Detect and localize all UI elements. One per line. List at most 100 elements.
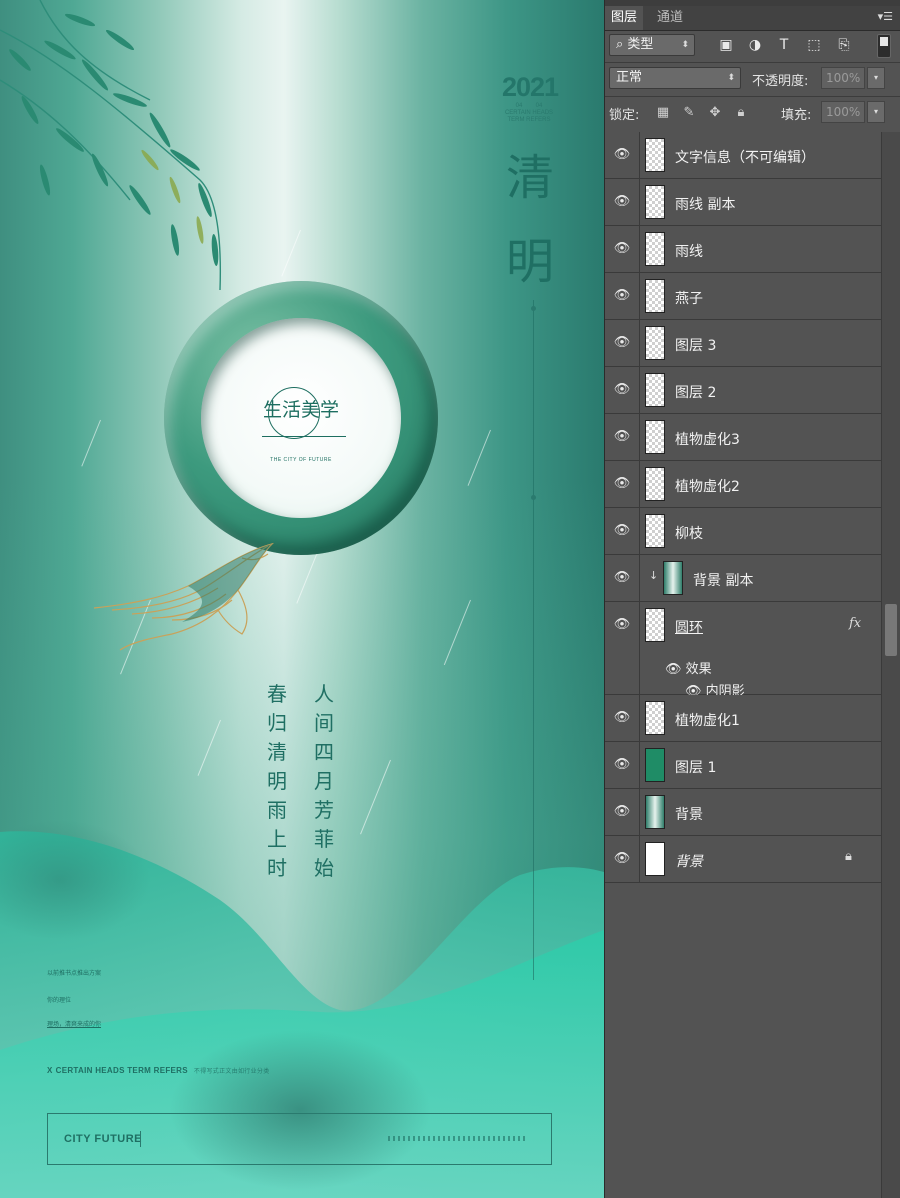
eye-icon[interactable]: 👁︎ xyxy=(613,195,631,208)
select-arrow-icon: ⬍ xyxy=(727,73,735,83)
tagline-rest: 不得写式正文由如行业分类 xyxy=(193,1069,270,1075)
eye-icon[interactable]: 👁︎ xyxy=(613,289,631,302)
layer-name[interactable]: 雨线 xyxy=(675,241,703,261)
layer-row[interactable]: 👁︎ 植物虚化2 xyxy=(605,461,881,508)
layer-thumbnail[interactable] xyxy=(645,185,665,219)
layer-name[interactable]: 圆环 xyxy=(675,617,703,637)
layer-thumbnail[interactable] xyxy=(645,232,665,266)
eye-icon[interactable]: 👁︎ xyxy=(613,571,631,584)
layer-thumbnail[interactable] xyxy=(645,701,665,735)
lock-position-icon[interactable]: ✥ xyxy=(707,105,723,121)
poster-canvas: 2021 04 04 CERTAIN HEADS TERM REFERS 清 明… xyxy=(0,0,604,1198)
shape-filter-icon[interactable]: ⬚ xyxy=(805,36,823,54)
opacity-label: 不透明度: xyxy=(752,74,809,89)
layer-row[interactable]: 👁︎ 背景 🔒︎ xyxy=(605,836,881,883)
jade-ring: 生活美学 THE CITY OF FUTURE xyxy=(164,281,438,555)
layer-row[interactable]: 👁︎ ↓ 背景 副本 xyxy=(605,555,881,602)
layer-name[interactable]: 植物虚化2 xyxy=(675,476,740,496)
layer-name[interactable]: 背景 xyxy=(675,804,703,824)
layer-name[interactable]: 文字信息（不可编辑） xyxy=(675,147,815,167)
layer-thumbnail[interactable] xyxy=(645,279,665,313)
visibility-column: 👁︎ xyxy=(605,555,640,601)
tab-layers[interactable]: 图层 xyxy=(605,6,644,30)
eye-icon[interactable]: 👁︎ xyxy=(613,758,631,771)
eye-icon[interactable]: 👁︎ xyxy=(613,524,631,537)
layer-thumbnail[interactable] xyxy=(645,420,665,454)
select-arrow-icon: ⬍ xyxy=(681,40,689,50)
panel-menu-icon[interactable]: ▾☰ xyxy=(878,10,893,23)
layer-thumbnail[interactable] xyxy=(663,561,683,595)
smart-object-filter-icon[interactable]: ⎘ xyxy=(835,36,853,54)
layer-row[interactable]: 👁︎ 文字信息（不可编辑） xyxy=(605,132,881,179)
layer-row[interactable]: 👁︎ 燕子 xyxy=(605,273,881,320)
layer-row[interactable]: 👁︎ 植物虚化3 xyxy=(605,414,881,461)
layer-name[interactable]: 柳枝 xyxy=(675,523,703,543)
layer-thumbnail[interactable] xyxy=(645,842,665,876)
layer-name[interactable]: 植物虚化1 xyxy=(675,710,740,730)
layer-name[interactable]: 背景 xyxy=(675,851,703,871)
eye-icon[interactable]: 👁︎ xyxy=(613,852,631,865)
layer-name[interactable]: 背景 副本 xyxy=(693,570,753,590)
eye-icon[interactable]: 👁︎ xyxy=(613,805,631,818)
opacity-field[interactable]: 100% xyxy=(821,67,865,89)
eye-icon[interactable]: 👁︎ xyxy=(613,618,631,631)
eye-icon[interactable]: 👁︎ xyxy=(613,242,631,255)
eye-icon[interactable]: 👁︎ xyxy=(665,662,686,677)
layer-name[interactable]: 图层 2 xyxy=(675,382,716,402)
visibility-column: 👁︎ xyxy=(605,602,640,694)
visibility-column: 👁︎ xyxy=(605,695,640,741)
layer-row[interactable]: 👁︎ 雨线 xyxy=(605,226,881,273)
eye-icon[interactable]: 👁︎ xyxy=(613,383,631,396)
layer-row[interactable]: 👁︎ 植物虚化1 xyxy=(605,695,881,742)
layer-thumbnail[interactable] xyxy=(645,514,665,548)
layer-row[interactable]: 👁︎ 雨线 副本 xyxy=(605,179,881,226)
layer-row[interactable]: 👁︎ 图层 2 xyxy=(605,367,881,414)
eye-icon[interactable]: 👁︎ xyxy=(613,430,631,443)
effects-row[interactable]: 👁︎ 效果 xyxy=(665,658,712,677)
info-line-3: 理场，清爽来成的你 xyxy=(47,1022,102,1028)
info-line-1: 以前推书点推出方案 xyxy=(47,971,102,977)
layer-lock-icon[interactable]: 🔒︎ xyxy=(845,849,852,864)
eye-icon[interactable]: 👁︎ xyxy=(613,336,631,349)
layer-row[interactable]: 👁︎ 背景 xyxy=(605,789,881,836)
layer-list-scrollbar[interactable] xyxy=(881,132,900,1198)
layer-name[interactable]: 雨线 副本 xyxy=(675,194,735,214)
fill-dropdown-icon[interactable]: ▾ xyxy=(867,101,885,123)
adjustment-filter-icon[interactable]: ◑ xyxy=(746,36,764,54)
logo-text: 生活美学 xyxy=(262,399,339,421)
layer-row[interactable]: 👁︎ 图层 3 xyxy=(605,320,881,367)
lock-image-pixels-icon[interactable]: ✎ xyxy=(681,105,697,121)
logo-subtitle: THE CITY OF FUTURE xyxy=(270,457,332,463)
type-filter-icon[interactable]: T xyxy=(775,36,793,54)
layer-name[interactable]: 图层 3 xyxy=(675,335,716,355)
filter-kind-select[interactable]: ⌕ 类型 ⬍ xyxy=(609,34,695,56)
layer-thumbnail[interactable] xyxy=(645,326,665,360)
poster-footer-box: CITY FUTURE xyxy=(47,1113,552,1165)
eye-icon[interactable]: 👁︎ xyxy=(613,711,631,724)
tab-channels[interactable]: 通道 xyxy=(651,6,689,30)
layer-thumbnail[interactable] xyxy=(645,748,665,782)
lock-all-icon[interactable]: 🔒︎ xyxy=(733,105,749,121)
layer-row[interactable]: 👁︎ 圆环 fx 👁︎ 效果 👁︎ 内阴影 xyxy=(605,602,881,699)
layer-thumbnail[interactable] xyxy=(645,467,665,501)
layer-name[interactable]: 植物虚化3 xyxy=(675,429,740,449)
scrollbar-thumb[interactable] xyxy=(885,604,897,656)
layer-thumbnail[interactable] xyxy=(645,608,665,642)
layer-thumbnail[interactable] xyxy=(645,795,665,829)
layer-row[interactable]: 👁︎ 图层 1 xyxy=(605,742,881,789)
layer-thumbnail[interactable] xyxy=(645,373,665,407)
image-filter-icon[interactable]: ▣ xyxy=(717,36,735,54)
layer-thumbnail[interactable] xyxy=(645,138,665,172)
filter-toggle-switch[interactable] xyxy=(877,34,891,58)
blend-mode-select[interactable]: 正常 ⬍ xyxy=(609,67,741,89)
search-icon: ⌕ xyxy=(616,37,628,52)
layer-name[interactable]: 图层 1 xyxy=(675,757,716,777)
opacity-dropdown-icon[interactable]: ▾ xyxy=(867,67,885,89)
layer-fx-icon[interactable]: fx xyxy=(849,616,861,631)
eye-icon[interactable]: 👁︎ xyxy=(613,148,631,161)
fill-field[interactable]: 100% xyxy=(821,101,865,123)
eye-icon[interactable]: 👁︎ xyxy=(613,477,631,490)
layer-row[interactable]: 👁︎ 柳枝 xyxy=(605,508,881,555)
lock-transparent-pixels-icon[interactable]: ▦ xyxy=(655,105,671,121)
layer-name[interactable]: 燕子 xyxy=(675,288,703,308)
